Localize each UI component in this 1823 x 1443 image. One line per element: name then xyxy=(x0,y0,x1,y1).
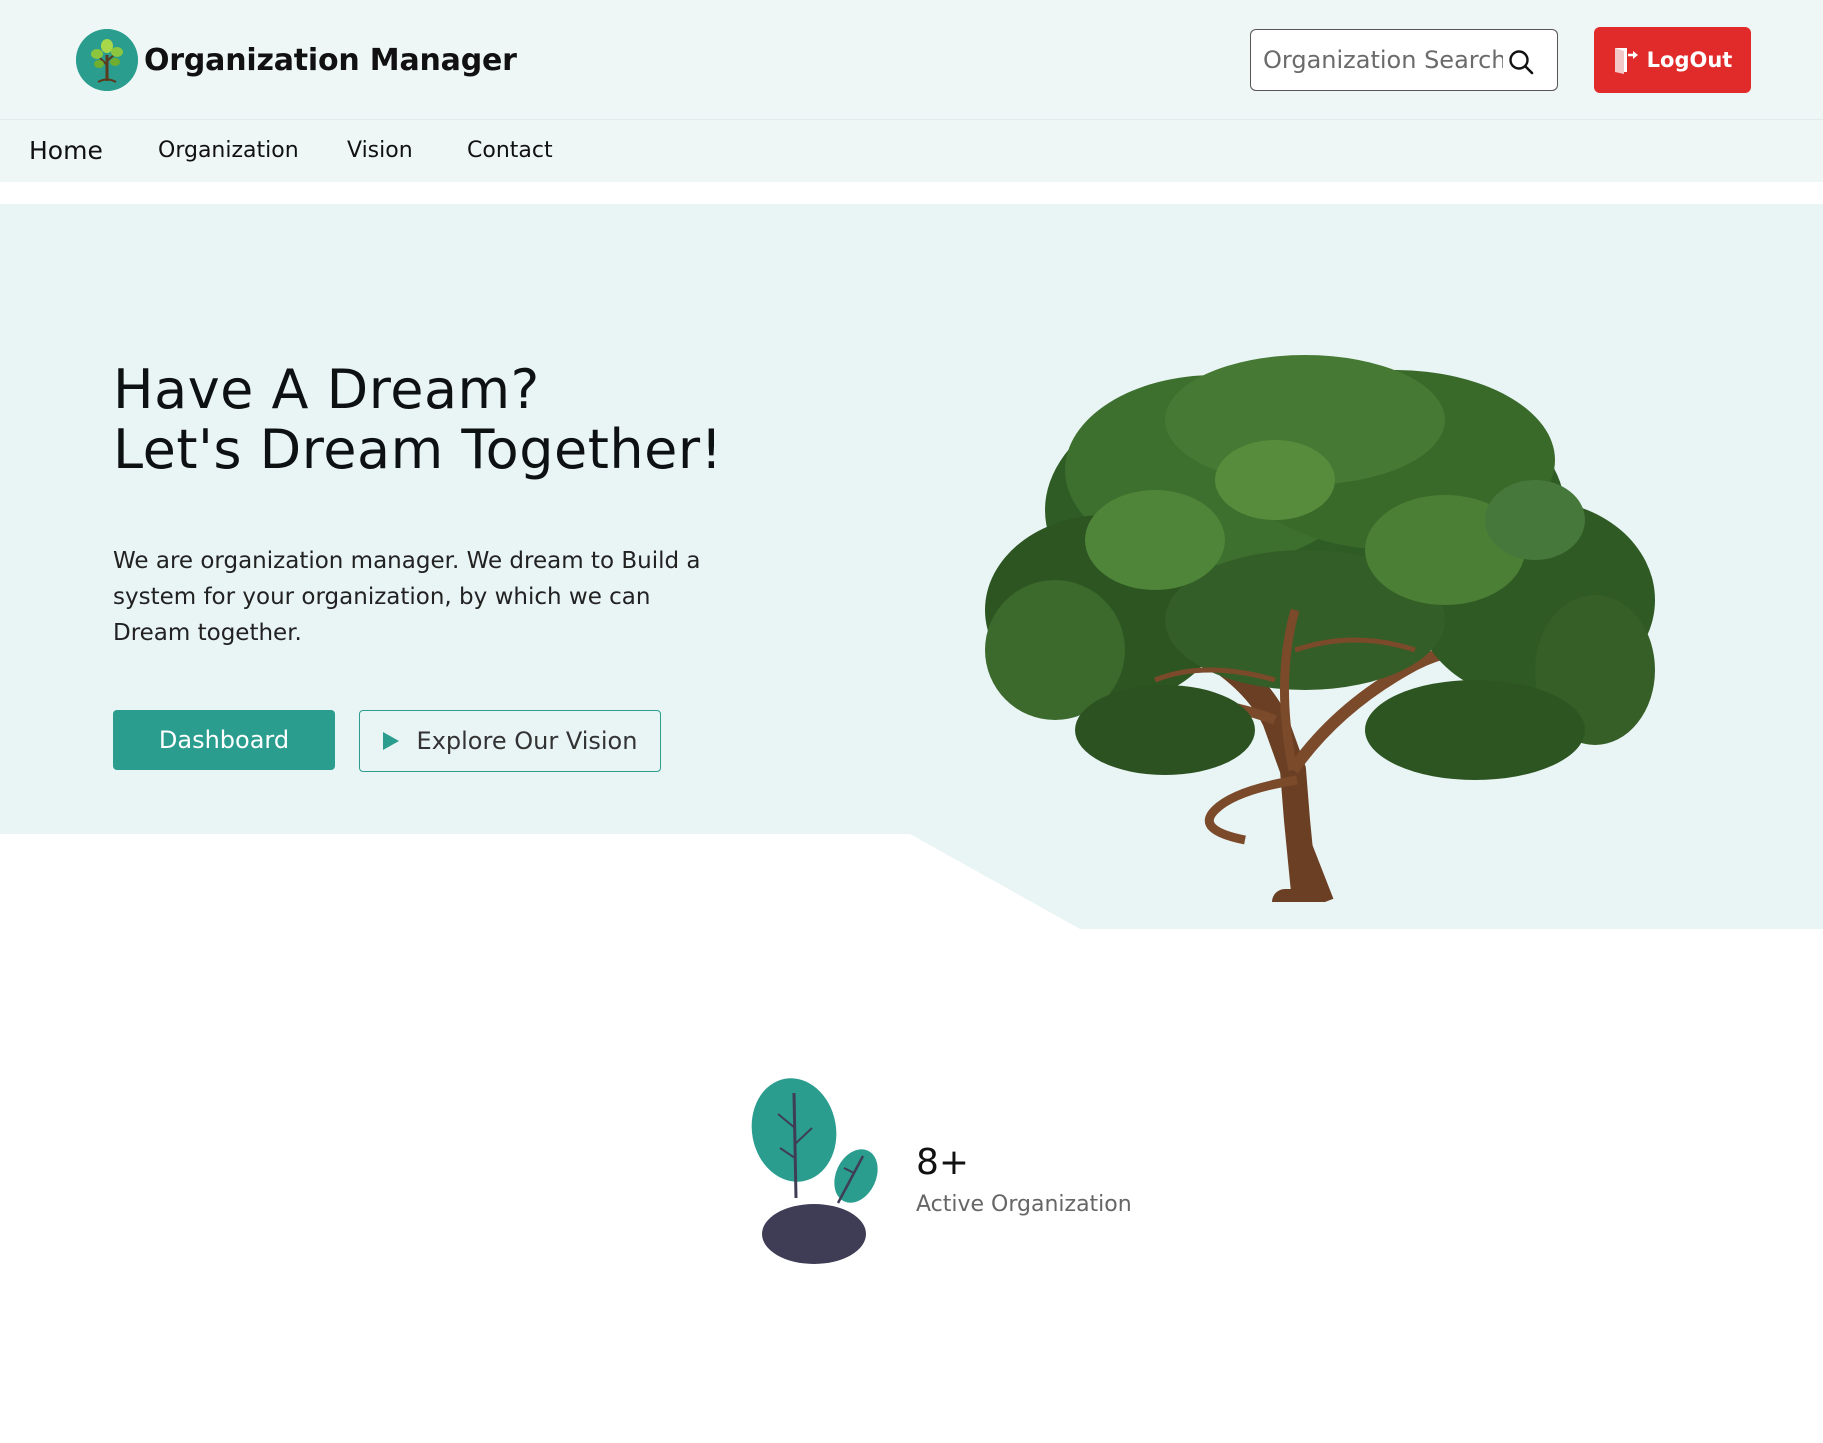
play-icon xyxy=(382,732,399,750)
hero-headline: Have A Dream? Let's Dream Together! xyxy=(113,360,723,480)
logout-icon xyxy=(1614,48,1638,74)
stat-label: Active Organization xyxy=(916,1192,1132,1217)
search-input[interactable] xyxy=(1263,46,1503,74)
logout-label: LogOut xyxy=(1646,48,1733,72)
headline-line-2: Let's Dream Together! xyxy=(113,418,723,481)
organization-search[interactable] xyxy=(1250,29,1558,91)
brand-name: Organization Manager xyxy=(144,42,517,78)
explore-vision-label: Explore Our Vision xyxy=(416,727,638,755)
tree-logo-icon xyxy=(76,29,138,91)
hero-description: We are organization manager. We dream to… xyxy=(113,548,701,646)
headline-line-1: Have A Dream? xyxy=(113,358,540,421)
top-header: Organization Manager LogOut xyxy=(0,0,1823,120)
stat-value: 8+ xyxy=(916,1142,970,1183)
dashboard-button[interactable]: Dashboard xyxy=(113,710,335,770)
nav-organization[interactable]: Organization xyxy=(158,138,299,163)
logout-button[interactable]: LogOut xyxy=(1594,27,1751,93)
nav-home[interactable]: Home xyxy=(29,136,103,165)
nav-contact[interactable]: Contact xyxy=(467,138,553,163)
nav-vision[interactable]: Vision xyxy=(347,138,413,163)
tree-image xyxy=(985,355,1655,902)
search-icon[interactable] xyxy=(1507,48,1535,76)
brand[interactable]: Organization Manager xyxy=(76,29,517,91)
explore-vision-button[interactable]: Explore Our Vision xyxy=(359,710,661,772)
main-nav: Home Organization Vision Contact xyxy=(0,120,1823,182)
plant-illustration xyxy=(751,1078,878,1264)
